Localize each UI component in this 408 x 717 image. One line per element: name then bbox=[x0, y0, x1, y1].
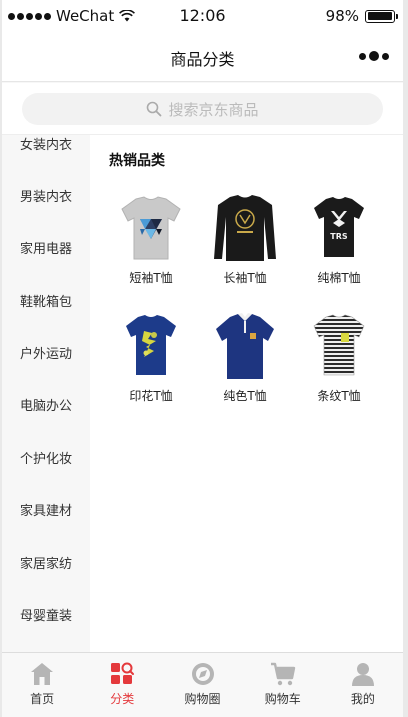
sidebar-item-label: 户外运动 bbox=[19, 346, 72, 362]
sidebar-item-label: 家居家纺 bbox=[19, 556, 72, 572]
sidebar-item-label: 男装内衣 bbox=[19, 189, 72, 205]
tab-label: 购物圈 bbox=[184, 692, 221, 706]
sidebar-item-furniture[interactable]: 家具建材 bbox=[2, 483, 90, 535]
discover-icon bbox=[191, 663, 214, 685]
status-bar: WeChat 12:06 98% bbox=[2, 0, 403, 32]
striped-tshirt-image bbox=[313, 314, 365, 376]
tab-home[interactable]: 首页 bbox=[2, 653, 82, 717]
battery-percent: 98% bbox=[325, 7, 359, 25]
category-sidebar: 女装内衣 男装内衣 家用电器 鞋靴箱包 户外运动 电脑办公 个护化妆 家具建材 … bbox=[2, 135, 90, 652]
search-placeholder: 搜索京东商品 bbox=[168, 100, 259, 119]
svg-text:TRS: TRS bbox=[330, 232, 348, 241]
sidebar-item-label: 个护化妆 bbox=[19, 451, 72, 467]
cart-icon bbox=[270, 662, 295, 686]
sidebar-item-appliances[interactable]: 家用电器 bbox=[2, 221, 90, 273]
navy-print-tshirt-image bbox=[126, 315, 176, 375]
product-label: 纯色T恤 bbox=[223, 389, 267, 403]
product-solid-color-tshirt[interactable]: 纯色T恤 bbox=[200, 311, 290, 421]
home-icon bbox=[31, 663, 54, 685]
product-short-sleeve-tshirt[interactable]: 短袖T恤 bbox=[106, 193, 196, 303]
tab-label: 我的 bbox=[350, 692, 375, 706]
page-title: 商品分类 bbox=[170, 50, 235, 69]
sidebar-item-men[interactable]: 男装内衣 bbox=[2, 169, 90, 221]
sidebar-item-label: 电脑办公 bbox=[19, 398, 72, 414]
sidebar-item-computer[interactable]: 电脑办公 bbox=[2, 378, 90, 430]
search-bar: 搜索京东商品 bbox=[2, 83, 403, 135]
black-long-sleeve-image bbox=[214, 195, 276, 261]
tab-label: 首页 bbox=[30, 692, 55, 706]
product-cotton-tshirt[interactable]: TRS 纯棉T恤 bbox=[294, 193, 384, 303]
product-striped-tshirt[interactable]: 条纹T恤 bbox=[294, 311, 384, 421]
phone-screen: WeChat 12:06 98% 商品分类 搜索京东商品 女装内衣 男装内衣 家… bbox=[2, 0, 403, 717]
more-menu-icon[interactable] bbox=[359, 51, 389, 61]
category-content: 热销品类 短袖T恤 长袖T恤 TRS 纯棉T恤 印花T恤 纯色T恤 条纹T恤 bbox=[90, 135, 403, 652]
tab-discover[interactable]: 购物圈 bbox=[162, 653, 242, 717]
user-icon bbox=[351, 663, 374, 686]
category-icon bbox=[111, 662, 135, 684]
tab-label: 购物车 bbox=[264, 692, 301, 706]
tab-cart[interactable]: 购物车 bbox=[243, 653, 323, 717]
search-input[interactable]: 搜索京东商品 bbox=[22, 93, 383, 125]
sidebar-item-label: 家具建材 bbox=[19, 503, 72, 519]
black-print-tshirt-image: TRS bbox=[314, 197, 364, 257]
sidebar-item-women[interactable]: 女装内衣 bbox=[2, 135, 90, 169]
status-right: 98% bbox=[325, 7, 398, 25]
sidebar-item-home-textile[interactable]: 家居家纺 bbox=[2, 536, 90, 588]
section-title: 热销品类 bbox=[109, 153, 165, 169]
product-label: 条纹T恤 bbox=[317, 389, 361, 403]
product-label: 印花T恤 bbox=[129, 389, 173, 403]
tab-profile[interactable]: 我的 bbox=[323, 653, 403, 717]
tab-bar: 首页 分类 购物圈 购物车 我的 bbox=[2, 652, 403, 717]
sidebar-item-label: 鞋靴箱包 bbox=[19, 294, 72, 310]
sidebar-item-label: 母婴童装 bbox=[19, 608, 72, 624]
product-label: 短袖T恤 bbox=[129, 271, 173, 285]
product-label: 纯棉T恤 bbox=[317, 271, 361, 285]
grey-tshirt-image bbox=[121, 196, 181, 260]
battery-icon bbox=[365, 9, 398, 23]
product-printed-tshirt[interactable]: 印花T恤 bbox=[106, 311, 196, 421]
sidebar-item-outdoor[interactable]: 户外运动 bbox=[2, 326, 90, 378]
search-icon bbox=[147, 101, 162, 117]
sidebar-item-personal-care[interactable]: 个护化妆 bbox=[2, 431, 90, 483]
navy-polo-image bbox=[216, 313, 274, 379]
sidebar-item-label: 女装内衣 bbox=[19, 137, 72, 153]
tab-label: 分类 bbox=[110, 692, 135, 706]
navigation-bar: 商品分类 bbox=[2, 32, 403, 82]
sidebar-item-shoes-bags[interactable]: 鞋靴箱包 bbox=[2, 274, 90, 326]
sidebar-item-baby[interactable]: 母婴童装 bbox=[2, 588, 90, 640]
product-label: 长袖T恤 bbox=[223, 271, 267, 285]
sidebar-item-label: 家用电器 bbox=[19, 241, 72, 257]
product-long-sleeve-tshirt[interactable]: 长袖T恤 bbox=[200, 193, 290, 303]
tab-category[interactable]: 分类 bbox=[82, 653, 162, 717]
